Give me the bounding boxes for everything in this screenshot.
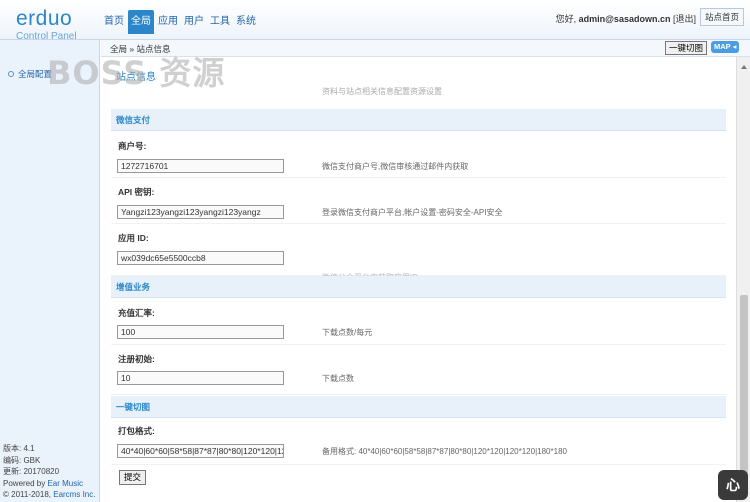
field-row-initial: 注册初始: 10 下载点数 [111,345,726,395]
user-bar: 您好, admin@sasadown.cn [退出] [556,12,696,25]
corner-badge-icon: 心 [718,470,748,500]
version-text: 版本: 4.1 [3,444,35,453]
app-id-input[interactable]: wx039dc65e5500ccb8 [117,251,284,265]
format-hint: 备用格式: 40*40|60*60|58*58|87*87|80*80|120*… [322,447,567,456]
field-row-merchant: 商户号: 1272716701 微信支付商户号,微信审核通过邮件内获取 [111,132,726,178]
nav-home[interactable]: 首页 [102,10,126,34]
section-value-added: 增值业务 [111,276,726,298]
circle-icon [8,71,14,77]
sidebar: 全局配置 版本: 4.1 编码: GBK 更新: 20170820 Powere… [0,40,100,502]
field-row-rate: 充值汇率: 100 下载点数/每元 [111,299,726,345]
main-nav: 首页 全局 应用 用户 工具 系统 [102,10,260,34]
nav-global[interactable]: 全局 [128,10,154,34]
initial-label: 注册初始: [118,354,155,364]
format-input[interactable]: 40*40|60*60|58*58|87*87|80*80|120*120|12… [117,444,284,458]
scroll-up-arrow-icon[interactable] [741,65,747,69]
top-hint: 资料与站点相关信息配置资源设置 [322,87,442,96]
sidebar-item-global-config[interactable]: 全局配置 [8,68,52,80]
nav-users[interactable]: 用户 [182,10,206,34]
powered-prefix: Powered by [3,478,48,488]
one-click-cut-button[interactable]: 一键切图 [665,41,708,55]
powered-by: Powered by Ear Music [3,478,95,490]
format-label: 打包格式: [118,426,155,436]
rate-label: 充值汇率: [118,308,155,318]
copyright-prefix: © 2011-2018, [3,490,54,499]
rate-hint: 下载点数/每元 [322,328,373,337]
field-row-api-key: API 密钥: Yangzi123yangzi123yangzi123yangz… [111,178,726,224]
username: admin@sasadown.cn [578,14,671,24]
copyright-link[interactable]: Earcms Inc. [53,490,95,499]
section-wechat-pay: 微信支付 [111,109,726,131]
scroll-thumb[interactable] [740,295,748,487]
field-row-format: 打包格式: 40*40|60*60|58*58|87*87|80*80|120*… [111,419,726,465]
updated-text: 更新: 20170820 [3,467,60,476]
app-id-label: 应用 ID: [118,233,149,243]
merchant-label: 商户号: [118,141,147,151]
logo-text: erduo [16,7,73,30]
main-content: 站点信息 资料与站点相关信息配置资源设置 微信支付 商户号: 127271670… [111,57,731,502]
top-header: erduo Control Panel 首页 全局 应用 用户 工具 系统 您好… [0,0,750,43]
submit-button[interactable]: 提交 [119,470,147,485]
initial-input[interactable]: 10 [117,371,284,385]
encoding-text: 编码: GBK [3,455,41,465]
rate-input[interactable]: 100 [117,325,284,339]
merchant-hint: 微信支付商户号,微信审核通过邮件内获取 [322,162,469,171]
api-key-hint: 登录微信支付商户平台,帐户设置-密码安全-API安全 [322,208,503,217]
api-key-label: API 密钥: [118,187,155,197]
logout-link[interactable]: [退出] [673,14,696,24]
copyright: © 2011-2018, Earcms Inc. [3,489,95,501]
greeting: 您好, [555,14,577,24]
logo[interactable]: erduo Control Panel [16,7,96,43]
initial-hint: 下载点数 [322,374,354,383]
api-key-input[interactable]: Yangzi123yangzi123yangzi123yangz [117,205,284,219]
watermark: BOSS 资源 [47,54,226,92]
nav-tools[interactable]: 工具 [208,10,232,34]
version-info: 版本: 4.1 编码: GBK 更新: 20170820 Powered by … [3,443,95,501]
field-row-app-id: 应用 ID: wx039dc65e5500ccb8 微信公众平台中获取应用ID [111,224,726,282]
nav-apps[interactable]: 应用 [156,10,180,34]
nav-system[interactable]: 系统 [234,10,258,34]
merchant-input[interactable]: 1272716701 [117,159,284,173]
site-home-button[interactable]: 站点首页 [699,8,744,26]
section-one-click-cut: 一键切图 [111,396,726,418]
scrollbar[interactable] [736,57,750,502]
map-button[interactable]: MAP ◂ [711,41,740,53]
powered-link[interactable]: Ear Music [47,479,83,488]
